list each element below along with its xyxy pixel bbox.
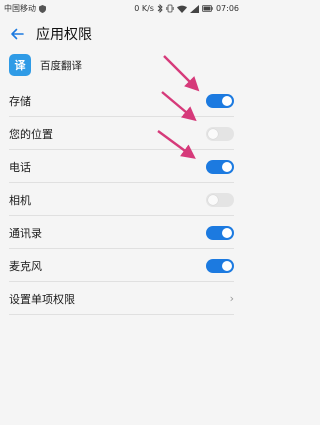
permission-row-camera[interactable]: 相机 <box>0 183 243 216</box>
shield-icon <box>39 4 46 13</box>
settings-individual-permissions-row[interactable]: 设置单项权限 › <box>0 282 243 315</box>
storage-toggle[interactable] <box>206 93 234 108</box>
permission-row-storage[interactable]: 存储 <box>0 84 243 117</box>
toggle-knob <box>222 227 232 238</box>
status-right: 0 K/s 07:06 <box>134 4 239 13</box>
contacts-toggle[interactable] <box>206 225 234 240</box>
permission-row-contacts[interactable]: 通讯录 <box>0 216 243 249</box>
permission-row-location[interactable]: 您的位置 <box>0 117 243 150</box>
net-speed-label: 0 K/s <box>134 4 154 13</box>
wifi-icon <box>176 5 187 13</box>
battery-icon <box>202 5 213 12</box>
toggle-knob <box>208 128 218 139</box>
permission-label: 通讯录 <box>9 226 42 240</box>
microphone-toggle[interactable] <box>206 258 234 273</box>
chevron-right-icon: › <box>229 292 234 305</box>
phone-toggle[interactable] <box>206 159 234 174</box>
permission-label: 相机 <box>9 193 31 207</box>
carrier-label: 中国移动 <box>4 4 36 13</box>
app-logo-glyph: 译 <box>14 59 26 72</box>
location-toggle[interactable] <box>206 126 234 141</box>
permission-row-microphone[interactable]: 麦克风 <box>0 249 243 282</box>
camera-toggle[interactable] <box>206 192 234 207</box>
app-name: 百度翻译 <box>40 59 82 72</box>
time-label: 07:06 <box>215 4 239 13</box>
app-header: 应用权限 <box>0 17 243 50</box>
vibrate-icon <box>166 4 174 13</box>
toggle-knob <box>208 194 218 205</box>
permission-label: 存储 <box>9 94 31 108</box>
app-info-row: 译 百度翻译 <box>0 50 243 80</box>
toggle-knob <box>222 95 232 106</box>
arrow-left-icon <box>10 28 24 40</box>
permission-row-phone[interactable]: 电话 <box>0 150 243 183</box>
app-logo-icon: 译 <box>9 54 31 76</box>
signal-icon <box>189 4 199 13</box>
back-button[interactable] <box>2 19 32 49</box>
toggle-knob <box>222 161 232 172</box>
permission-label: 麦克风 <box>9 259 42 273</box>
permission-label: 您的位置 <box>9 127 53 141</box>
status-left: 中国移动 <box>4 3 46 14</box>
page-title: 应用权限 <box>36 26 92 43</box>
toggle-knob <box>222 260 232 271</box>
settings-row-label: 设置单项权限 <box>9 292 75 306</box>
permission-list: 存储 您的位置 电话 相机 通讯录 麦克风 设置单项权限 › <box>0 84 243 315</box>
permission-label: 电话 <box>9 160 31 174</box>
status-bar: 中国移动 0 K/s 07:06 <box>0 0 243 17</box>
bluetooth-icon <box>157 4 163 13</box>
